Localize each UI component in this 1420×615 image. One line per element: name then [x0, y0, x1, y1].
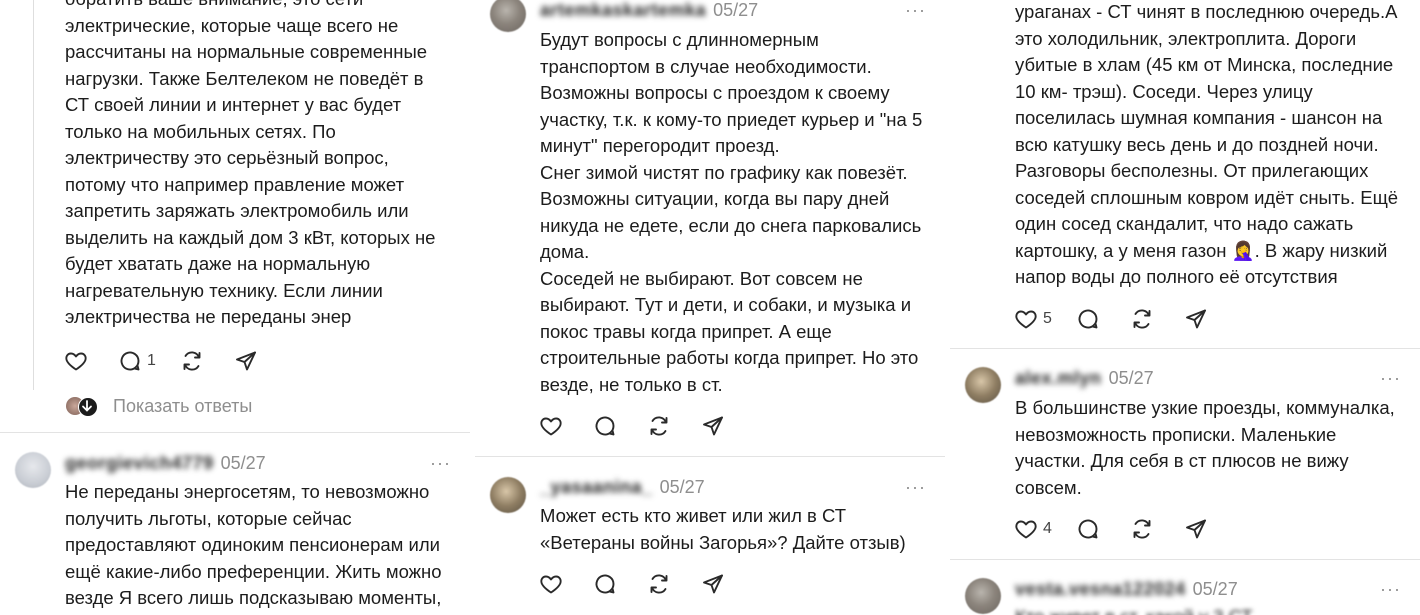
post-actions: 5	[1014, 305, 1238, 333]
like-count: 4	[1043, 520, 1052, 537]
more-icon[interactable]: ···	[905, 0, 926, 20]
share-button[interactable]	[1184, 517, 1208, 541]
share-button[interactable]	[701, 572, 725, 596]
post: artemkaskartemka 05/27 ··· Будут вопросы…	[475, 0, 945, 455]
avatar[interactable]	[15, 452, 51, 488]
post-actions	[539, 412, 755, 440]
like-button[interactable]	[539, 414, 563, 438]
share-icon	[235, 351, 256, 371]
like-button[interactable]: 4	[1014, 517, 1052, 541]
username[interactable]: artemkaskartemka	[540, 0, 706, 20]
post: обратить ваше внимание, это сети электри…	[0, 0, 470, 430]
post-actions	[539, 570, 755, 598]
more-icon[interactable]: ···	[1380, 579, 1401, 599]
like-count: 5	[1043, 310, 1052, 327]
share-icon	[703, 416, 723, 436]
reply-count: 1	[147, 352, 156, 369]
more-icon[interactable]: ···	[905, 477, 926, 497]
username[interactable]: georgievich4779	[65, 453, 214, 473]
share-button[interactable]	[234, 349, 258, 373]
post: georgievich4779 05/27 ··· Не переданы эн…	[0, 433, 470, 615]
avatar[interactable]	[490, 477, 526, 513]
share-icon	[703, 574, 723, 594]
username[interactable]: _yasaanina_	[540, 477, 653, 497]
comment-icon	[120, 351, 140, 371]
reply-button[interactable]	[593, 414, 617, 438]
post-header: alex.mlyn 05/27	[1015, 366, 1154, 390]
repost-icon	[1133, 309, 1151, 329]
replier-avatar	[78, 397, 98, 417]
repost-button[interactable]	[1130, 307, 1154, 331]
share-button[interactable]	[1184, 307, 1208, 331]
comment-icon	[1078, 519, 1098, 539]
post-date: 05/27	[713, 0, 759, 20]
heart-icon	[1015, 520, 1037, 539]
post-text: Будут вопросы с длинномерным транспортом…	[540, 29, 923, 395]
post-actions: 1	[64, 347, 288, 375]
share-button[interactable]	[701, 414, 725, 438]
repost-button[interactable]	[647, 572, 671, 596]
post-date: 05/27	[659, 477, 705, 497]
arrow-down-icon	[82, 400, 92, 412]
like-button[interactable]	[539, 572, 563, 596]
post-text: В большинстве узкие проезды, коммуналка,…	[1015, 397, 1395, 498]
post-header: _yasaanina_ 05/27	[540, 475, 705, 499]
post-date: 05/27	[1108, 368, 1154, 388]
heart-icon	[540, 575, 562, 594]
heart-icon	[540, 417, 562, 436]
repost-icon	[1133, 519, 1151, 539]
comment-icon	[1078, 309, 1098, 329]
repost-button[interactable]	[180, 349, 204, 373]
share-icon	[1185, 519, 1206, 539]
post-text: Не переданы энергосетям, то невозможно п…	[65, 481, 442, 608]
show-replies-link[interactable]: Показать ответы	[113, 394, 252, 418]
like-button[interactable]	[64, 349, 88, 373]
avatar[interactable]	[965, 578, 1001, 614]
share-icon	[1185, 309, 1206, 329]
reply-button[interactable]: 1	[118, 349, 156, 373]
post-date: 05/27	[220, 453, 266, 473]
post-text: Может есть кто живет или жил в СТ «Ветер…	[540, 505, 906, 553]
feed-column-2: artemkaskartemka 05/27 ··· Будут вопросы…	[475, 0, 945, 615]
post: ураганах - СТ чинят в последнюю очередь.…	[950, 0, 1420, 348]
repost-button[interactable]	[1130, 517, 1154, 541]
post-text: Кто живет в ст, какой у 3 СТ...	[1015, 604, 1415, 615]
post-header: vesta.vesna122024 05/27	[1015, 577, 1238, 601]
like-button[interactable]: 5	[1014, 307, 1052, 331]
post-text: ураганах - СТ чинят в последнюю очередь.…	[1015, 1, 1399, 287]
reply-button[interactable]	[593, 572, 617, 596]
username[interactable]: vesta.vesna122024	[1015, 579, 1186, 599]
repost-icon	[183, 351, 201, 371]
post-header: artemkaskartemka 05/27	[540, 0, 758, 22]
username[interactable]: alex.mlyn	[1015, 368, 1102, 388]
repost-icon	[650, 574, 668, 594]
reply-button[interactable]	[1076, 517, 1100, 541]
post-actions: 4	[1014, 515, 1238, 543]
post: alex.mlyn 05/27 ··· В большинстве узкие …	[950, 349, 1420, 559]
repost-button[interactable]	[647, 414, 671, 438]
post-text: обратить ваше внимание, это сети электри…	[65, 0, 436, 327]
feed-column-3: ураганах - СТ чинят в последнюю очередь.…	[950, 0, 1420, 615]
post-date: 05/27	[1192, 579, 1238, 599]
avatar[interactable]	[965, 367, 1001, 403]
comment-icon	[595, 574, 615, 594]
post: _yasaanina_ 05/27 ··· Может есть кто жив…	[475, 457, 945, 615]
more-icon[interactable]: ···	[430, 453, 451, 473]
post-header: georgievich4779 05/27	[65, 451, 266, 475]
heart-icon	[1015, 310, 1037, 329]
comment-icon	[595, 416, 615, 436]
feed-column-1: обратить ваше внимание, это сети электри…	[0, 0, 470, 615]
avatar[interactable]	[490, 0, 526, 32]
repost-icon	[650, 416, 668, 436]
more-icon[interactable]: ···	[1380, 368, 1401, 388]
post: vesta.vesna122024 05/27 ··· Кто живет в …	[950, 560, 1420, 615]
reply-button[interactable]	[1076, 307, 1100, 331]
heart-icon	[65, 352, 87, 371]
